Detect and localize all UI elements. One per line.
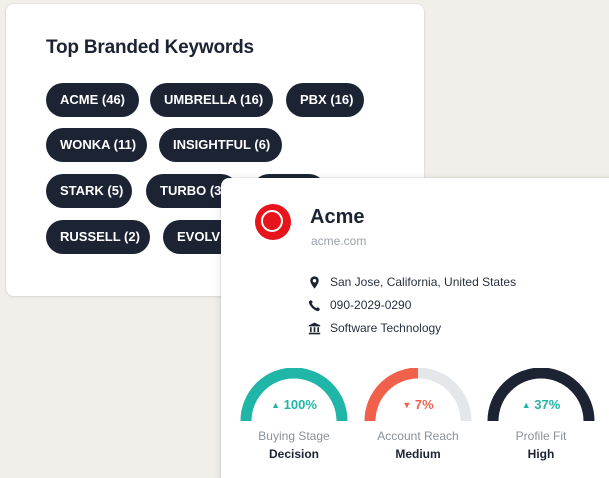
company-logo <box>255 204 291 240</box>
profile-fit-label: Profile Fit <box>515 429 567 443</box>
phone-row: 090-2029-0290 <box>308 297 411 313</box>
arrow-up-icon: ▲ <box>271 400 281 410</box>
keyword-chip[interactable]: WONKA (11) <box>46 128 147 162</box>
profile-fit-level: High <box>527 447 555 461</box>
account-reach-level: Medium <box>395 447 441 461</box>
profile-fit-value: ▲ 37% <box>521 397 561 412</box>
keyword-chip[interactable]: INSIGHTFUL (6) <box>159 128 282 162</box>
buying-stage-value: ▲ 100% <box>271 397 317 412</box>
buying-stage-label: Buying Stage <box>258 429 330 443</box>
building-columns-icon <box>308 322 321 334</box>
keyword-chip[interactable]: UMBRELLA (16) <box>150 83 273 117</box>
industry-row: Software Technology <box>308 320 441 336</box>
arrow-up-icon: ▲ <box>521 400 531 410</box>
keywords-title: Top Branded Keywords <box>46 37 254 58</box>
company-name: Acme <box>310 206 365 228</box>
keyword-chip[interactable]: STARK (5) <box>46 174 132 208</box>
company-card: Acme acme.com San Jose, California, Unit… <box>221 178 609 478</box>
account-reach-value: ▼ 7% <box>402 397 434 412</box>
location-row: San Jose, California, United States <box>308 274 516 290</box>
keyword-chip[interactable]: PBX (16) <box>286 83 364 117</box>
company-phone: 090-2029-0290 <box>330 298 412 312</box>
keyword-chip[interactable]: RUSSELL (2) <box>46 220 150 254</box>
buying-stage-level: Decision <box>268 447 319 461</box>
location-pin-icon <box>310 275 319 289</box>
account-reach-label: Account Reach <box>377 429 459 443</box>
company-industry: Software Technology <box>330 321 442 335</box>
company-location: San Jose, California, United States <box>330 275 517 289</box>
phone-icon <box>308 299 321 311</box>
arrow-down-icon: ▼ <box>402 400 412 410</box>
company-domain[interactable]: acme.com <box>311 234 366 248</box>
keyword-chip[interactable]: ACME (46) <box>46 83 139 117</box>
